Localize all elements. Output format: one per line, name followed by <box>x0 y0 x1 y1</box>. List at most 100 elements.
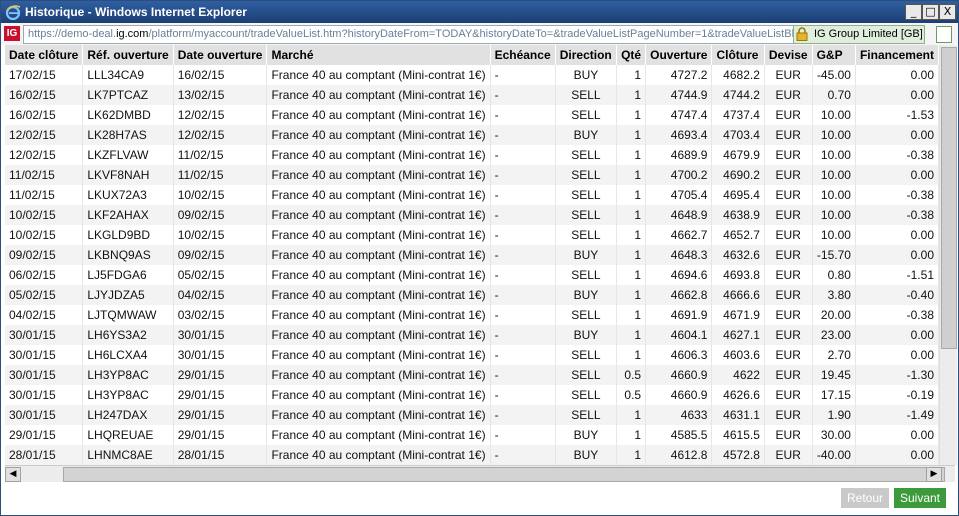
table-row[interactable]: 12/02/15 LKZFLVAW 11/02/15 France 40 au com… <box>5 145 939 165</box>
cell-open-price: 4606.3 <box>645 345 713 365</box>
cell-quantity: 1 <box>616 145 647 165</box>
table-row[interactable]: 09/02/15 LKBNQ9AS 09/02/15 France 40 au com… <box>5 245 939 265</box>
security-badge[interactable]: IG Group Limited [GB] <box>793 25 925 44</box>
cell-quantity: 1 <box>616 85 647 105</box>
cell-market: France 40 au comptant (Mini-contrat 1€) <box>266 345 491 365</box>
cell-pnl: 0.70 <box>812 85 856 105</box>
table-row[interactable]: 28/01/15 LHNMC8AE 28/01/15 France 40 au com… <box>5 445 939 465</box>
cell-open-price: 4700.2 <box>645 165 713 185</box>
cell-currency: EUR <box>764 245 813 265</box>
header-open-date[interactable]: Date ouverture <box>173 45 268 65</box>
cell-quantity: 1 <box>616 405 647 425</box>
table-row[interactable]: 30/01/15 LH247DAX 29/01/15 France 40 au com… <box>5 405 939 425</box>
table-row[interactable]: 11/02/15 LKVF8NAH 11/02/15 France 40 au com… <box>5 165 939 185</box>
table-row[interactable]: 30/01/15 LH6YS3A2 30/01/15 France 40 au com… <box>5 325 939 345</box>
cell-close-date: 30/01/15 <box>5 325 84 345</box>
cell-financing: 0.00 <box>855 85 939 105</box>
cell-close-date: 11/02/15 <box>5 165 84 185</box>
cell-open-price: 4744.9 <box>645 85 713 105</box>
scroll-right-icon[interactable]: ▶ <box>926 467 942 482</box>
vertical-scrollbar[interactable] <box>939 45 957 465</box>
header-market[interactable]: Marché <box>266 45 491 65</box>
cell-open-price: 4694.6 <box>645 265 713 285</box>
back-button[interactable]: Retour <box>841 488 889 508</box>
table-row[interactable]: 10/02/15 LKF2AHAX 09/02/15 France 40 au com… <box>5 205 939 225</box>
table-row[interactable]: 06/02/15 LJ5FDGA6 05/02/15 France 40 au com… <box>5 265 939 285</box>
cell-close-price: 4626.6 <box>711 385 765 405</box>
cell-market: France 40 au comptant (Mini-contrat 1€) <box>266 305 491 325</box>
cell-open-price: 4604.1 <box>645 325 713 345</box>
cell-market: France 40 au comptant (Mini-contrat 1€) <box>266 445 491 465</box>
table-row[interactable]: 30/01/15 LH3YP8AC 29/01/15 France 40 au com… <box>5 385 939 405</box>
table-row[interactable]: 29/01/15 LHQREUAE 29/01/15 France 40 au com… <box>5 425 939 445</box>
cell-close-price: 4572.8 <box>711 445 765 465</box>
cell-open-price: 4633 <box>645 405 713 425</box>
cell-close-price: 4615.5 <box>711 425 765 445</box>
cell-open-ref: LK62DMBD <box>82 105 174 125</box>
table-header-row: Date clôture Réf. ouverture Date ouverture… <box>5 45 939 65</box>
window-title: Historique - Windows Internet Explorer <box>25 5 247 19</box>
horizontal-scroll-thumb[interactable] <box>63 467 945 482</box>
cell-close-date: 09/02/15 <box>5 245 84 265</box>
cell-open-price: 4660.9 <box>645 365 713 385</box>
table-row[interactable]: 16/02/15 LK62DMBD 12/02/15 France 40 au com… <box>5 105 939 125</box>
cell-currency: EUR <box>764 85 813 105</box>
footer: Retour Suivant <box>1 482 958 515</box>
cell-close-price: 4682.2 <box>711 65 765 85</box>
header-expiry[interactable]: Echéance <box>490 45 556 65</box>
cell-open-ref: LJ5FDGA6 <box>82 265 174 285</box>
cell-direction: SELL <box>555 165 618 185</box>
cell-financing: -0.19 <box>855 385 939 405</box>
cell-currency: EUR <box>764 365 813 385</box>
table-row[interactable]: 10/02/15 LKGLD9BD 10/02/15 France 40 au com… <box>5 225 939 245</box>
cell-financing: -0.38 <box>855 205 939 225</box>
url-path: /platform/myaccount/tradeValueList.htm?h… <box>148 28 794 40</box>
minimize-button[interactable]: _ <box>905 4 922 20</box>
next-button[interactable]: Suivant <box>894 488 946 508</box>
table-row[interactable]: 30/01/15 LH3YP8AC 29/01/15 France 40 au com… <box>5 365 939 385</box>
cell-pnl: 30.00 <box>812 425 856 445</box>
header-close-date[interactable]: Date clôture <box>5 45 84 65</box>
header-currency[interactable]: Devise <box>764 45 813 65</box>
cell-close-price: 4737.4 <box>711 105 765 125</box>
cell-open-date: 12/02/15 <box>173 105 268 125</box>
header-quantity[interactable]: Qté <box>616 45 647 65</box>
url-field[interactable]: https://demo-deal.ig.com/platform/myacco… <box>23 25 794 44</box>
cell-market: France 40 au comptant (Mini-contrat 1€) <box>266 225 491 245</box>
page-icon[interactable] <box>936 26 952 43</box>
cell-open-date: 30/01/15 <box>173 345 268 365</box>
cell-quantity: 1 <box>616 305 647 325</box>
table-row[interactable]: 30/01/15 LH6LCXA4 30/01/15 France 40 au com… <box>5 345 939 365</box>
cell-close-price: 4666.6 <box>711 285 765 305</box>
cell-close-price: 4603.6 <box>711 345 765 365</box>
cell-open-date: 09/02/15 <box>173 245 268 265</box>
cell-market: France 40 au comptant (Mini-contrat 1€) <box>266 245 491 265</box>
header-direction[interactable]: Direction <box>555 45 618 65</box>
cell-quantity: 1 <box>616 105 647 125</box>
cell-open-date: 11/02/15 <box>173 165 268 185</box>
table-row[interactable]: 04/02/15 LJTQMWAW 03/02/15 France 40 au com… <box>5 305 939 325</box>
maximize-button[interactable]: □ <box>922 4 939 20</box>
table-row[interactable]: 05/02/15 LJYJDZA5 04/02/15 France 40 au com… <box>5 285 939 305</box>
vertical-scroll-thumb[interactable] <box>941 47 957 349</box>
header-close-price[interactable]: Clôture <box>711 45 765 65</box>
cell-open-ref: LHQREUAE <box>82 425 174 445</box>
cell-expiry: - <box>490 345 556 365</box>
table-row[interactable]: 12/02/15 LK28H7AS 12/02/15 France 40 au com… <box>5 125 939 145</box>
header-financing[interactable]: Financement <box>855 45 939 65</box>
cell-currency: EUR <box>764 385 813 405</box>
cell-open-date: 10/02/15 <box>173 185 268 205</box>
table-row[interactable]: 11/02/15 LKUX72A3 10/02/15 France 40 au com… <box>5 185 939 205</box>
header-open-price[interactable]: Ouverture <box>645 45 713 65</box>
cell-open-date: 10/02/15 <box>173 225 268 245</box>
close-button[interactable]: X <box>939 4 956 20</box>
header-pnl[interactable]: G&P <box>812 45 856 65</box>
table-row[interactable]: 16/02/15 LK7PTCAZ 13/02/15 France 40 au com… <box>5 85 939 105</box>
horizontal-scrollbar[interactable]: ◀ ▶ <box>5 465 955 482</box>
header-open-ref[interactable]: Réf. ouverture <box>82 45 174 65</box>
cell-quantity: 1 <box>616 245 647 265</box>
browser-window: Historique - Windows Internet Explorer _… <box>0 0 959 516</box>
cell-close-date: 04/02/15 <box>5 305 84 325</box>
scroll-left-icon[interactable]: ◀ <box>5 467 21 482</box>
table-row[interactable]: 17/02/15 LLL34CA9 16/02/15 France 40 au com… <box>5 65 939 85</box>
